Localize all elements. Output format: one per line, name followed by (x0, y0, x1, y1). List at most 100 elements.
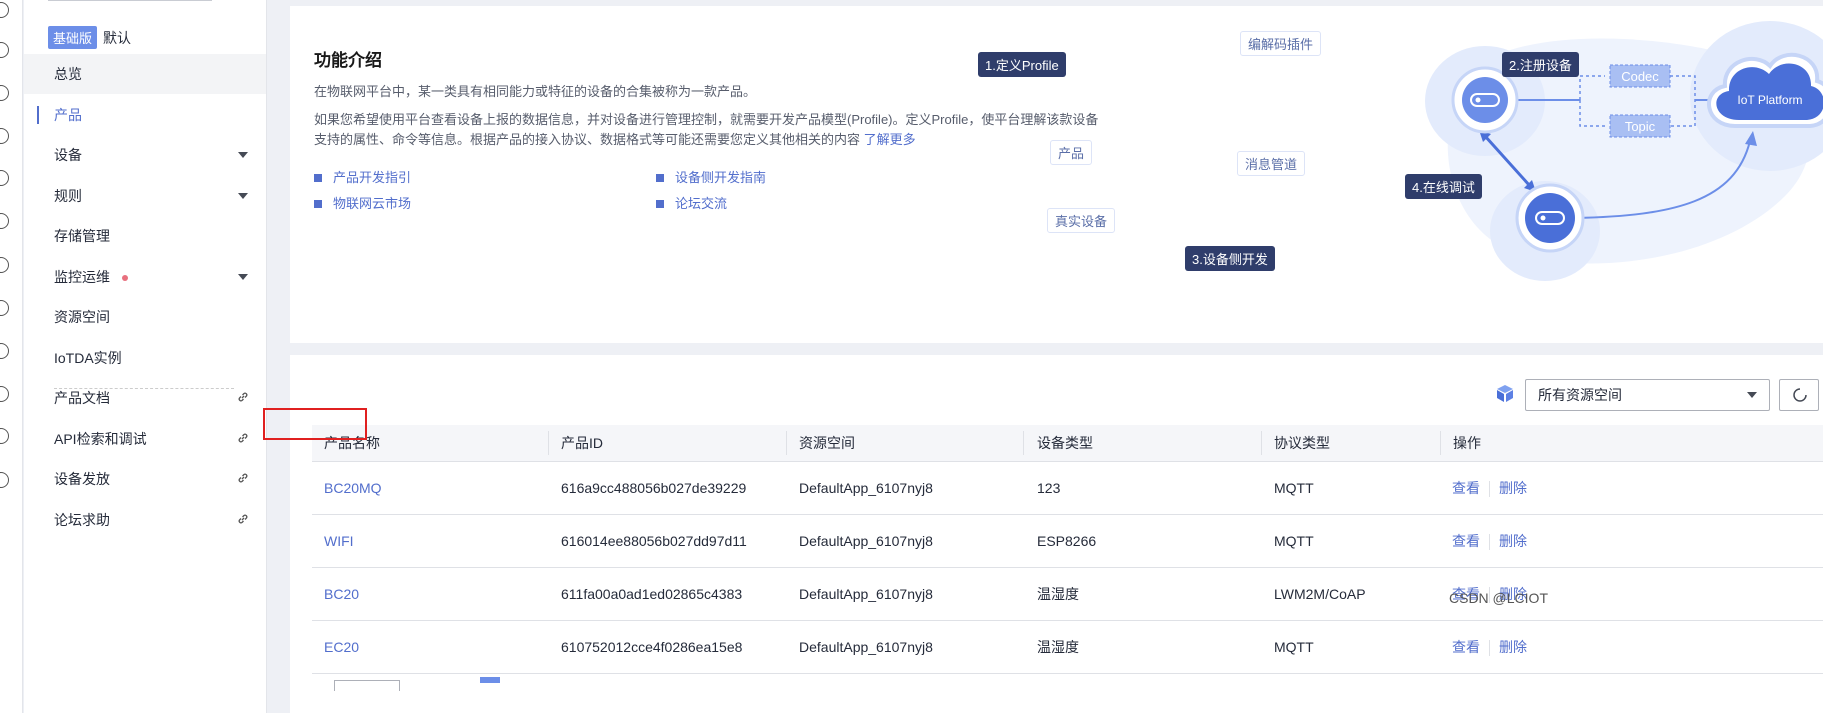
step2-label: 2.注册设备 (1502, 52, 1579, 77)
delete-button[interactable]: 删除 (1499, 639, 1527, 655)
step1-label: 1.定义Profile (978, 52, 1066, 77)
alert-dot-icon (122, 275, 128, 282)
sidebar-item-label: 产品文档 (54, 390, 110, 406)
caret-down-icon (238, 193, 248, 199)
nav-icon[interactable] (0, 128, 9, 144)
external-link-icon (238, 514, 248, 524)
nav-icon[interactable] (0, 300, 9, 316)
nav-icon[interactable] (0, 257, 9, 273)
protocol-type: MQTT (1274, 639, 1314, 655)
resource-space-select[interactable]: 所有资源空间 (1525, 379, 1770, 411)
divider (1489, 534, 1490, 551)
sidebar-item-api-explorer[interactable]: API检索和调试 (24, 419, 266, 459)
nav-icon[interactable] (0, 472, 9, 488)
row-actions: 查看 删除 (1452, 462, 1527, 514)
sidebar-item-storage[interactable]: 存储管理 (24, 216, 266, 256)
device-type: 温湿度 (1037, 639, 1079, 655)
edition-badge: 基础版 (48, 26, 98, 49)
device-type: ESP8266 (1037, 533, 1097, 549)
learn-more-link[interactable]: 了解更多 (864, 132, 916, 147)
sidebar-item-label: 设备发放 (54, 471, 110, 487)
product-name-link[interactable]: BC20 (324, 568, 359, 620)
table-row: EC20 610752012cce4f0286ea15e8 DefaultApp… (312, 621, 1823, 674)
table-row: BC20 611fa00a0ad1ed02865c4383 DefaultApp… (312, 568, 1823, 621)
table-row: BC20MQ 616a9cc488056b027de39229 DefaultA… (312, 462, 1823, 515)
nav-icon[interactable] (0, 2, 9, 18)
sidebar-item-label: API检索和调试 (54, 431, 147, 447)
view-button[interactable]: 查看 (1452, 533, 1480, 549)
caret-down-icon (238, 152, 248, 158)
edition-selector[interactable]: 基础版 默认 (48, 26, 131, 49)
delete-button[interactable]: 删除 (1499, 480, 1527, 496)
sidebar-item-rules[interactable]: 规则 (24, 176, 266, 216)
caret-down-icon (238, 274, 248, 280)
sidebar-item-iotda-instance[interactable]: IoTDA实例 (24, 338, 266, 378)
watermark: CSDN @LCIOT (1449, 590, 1548, 606)
column-divider (1023, 431, 1024, 455)
link-product-dev-guide[interactable]: 产品开发指引 (314, 167, 411, 186)
pagination-current-page[interactable] (480, 677, 500, 683)
resource-space: DefaultApp_6107nyj8 (799, 639, 933, 655)
product-table: 产品名称 产品ID 资源空间 设备类型 协议类型 操作 BC20MQ 616a9… (312, 425, 1823, 691)
feature-intro-card: 功能介绍 在物联网平台中，某一类具有相同能力或特征的设备的合集被称为一款产品。 … (290, 6, 1823, 343)
nav-icon[interactable] (0, 170, 9, 186)
nav-icon[interactable] (0, 85, 9, 101)
protocol-type: MQTT (1274, 480, 1314, 496)
icon-rail (0, 0, 23, 713)
sidebar-item-label: 论坛求助 (54, 512, 110, 528)
edition-name: 默认 (103, 29, 132, 46)
topic-box: Topic (1625, 119, 1656, 134)
nav-icon[interactable] (0, 428, 9, 444)
external-link-icon (238, 473, 248, 483)
protocol-type: MQTT (1274, 533, 1314, 549)
col-header-protocol: 协议类型 (1274, 435, 1330, 451)
link-iot-marketplace[interactable]: 物联网云市场 (314, 193, 411, 212)
sidebar-item-label: IoTDA实例 (54, 350, 122, 366)
sidebar-item-label: 监控运维 (54, 269, 110, 285)
page-size-select[interactable] (334, 680, 400, 691)
table-header: 产品名称 产品ID 资源空间 设备类型 协议类型 操作 (312, 425, 1823, 462)
intro-description: 如果您希望使用平台查看设备上报的数据信息，并对设备进行管理控制，就需要开发产品模… (314, 110, 1104, 150)
sidebar-item-label: 资源空间 (54, 309, 110, 325)
step3-label: 3.设备侧开发 (1185, 246, 1275, 271)
link-device-dev-guide[interactable]: 设备侧开发指南 (656, 167, 766, 186)
delete-button[interactable]: 删除 (1499, 533, 1527, 549)
resource-space: DefaultApp_6107nyj8 (799, 480, 933, 496)
product-label: 产品 (1050, 140, 1093, 165)
sidebar-item-forum-help[interactable]: 论坛求助 (24, 500, 266, 540)
chevron-down-icon (1747, 392, 1757, 398)
refresh-button[interactable] (1779, 379, 1819, 411)
row-actions: 查看 删除 (1452, 515, 1527, 567)
nav-icon[interactable] (0, 213, 9, 229)
product-name-link[interactable]: EC20 (324, 621, 359, 673)
nav-icon[interactable] (0, 42, 9, 58)
product-name-link[interactable]: WIFI (324, 515, 354, 567)
message-pipe-label: 消息管道 (1237, 151, 1306, 176)
step4-label: 4.在线调试 (1405, 174, 1482, 199)
product-name-link[interactable]: BC20MQ (324, 462, 382, 514)
sidebar-item-products[interactable]: 产品 (24, 95, 266, 135)
external-link-icon (238, 392, 248, 402)
real-device-label: 真实设备 (1047, 208, 1116, 233)
external-link-icon (238, 433, 248, 443)
codec-box: Codec (1621, 69, 1659, 84)
view-button[interactable]: 查看 (1452, 480, 1480, 496)
sidebar-item-product-docs[interactable]: 产品文档 (24, 378, 266, 418)
column-divider (1440, 431, 1441, 455)
table-row: WIFI 616014ee88056b027dd97d11 DefaultApp… (312, 515, 1823, 568)
col-header-space: 资源空间 (799, 435, 855, 451)
sidebar-item-resource-space[interactable]: 资源空间 (24, 297, 266, 337)
view-button[interactable]: 查看 (1452, 639, 1480, 655)
nav-icon[interactable] (0, 386, 9, 402)
column-divider (548, 431, 549, 455)
sidebar-item-label: 存储管理 (54, 228, 110, 244)
col-header-actions: 操作 (1453, 435, 1481, 451)
intro-description-text: 如果您希望使用平台查看设备上报的数据信息，并对设备进行管理控制，就需要开发产品模… (314, 112, 1099, 147)
nav-icon[interactable] (0, 343, 9, 359)
sidebar-item-monitoring[interactable]: 监控运维 (24, 257, 266, 297)
sidebar-item-overview[interactable]: 总览 (24, 54, 266, 94)
link-forum[interactable]: 论坛交流 (656, 193, 727, 212)
sidebar-item-device-provisioning[interactable]: 设备发放 (24, 459, 266, 499)
sidebar-item-devices[interactable]: 设备 (24, 135, 266, 175)
codec-plugin-label: 编解码插件 (1240, 31, 1322, 56)
